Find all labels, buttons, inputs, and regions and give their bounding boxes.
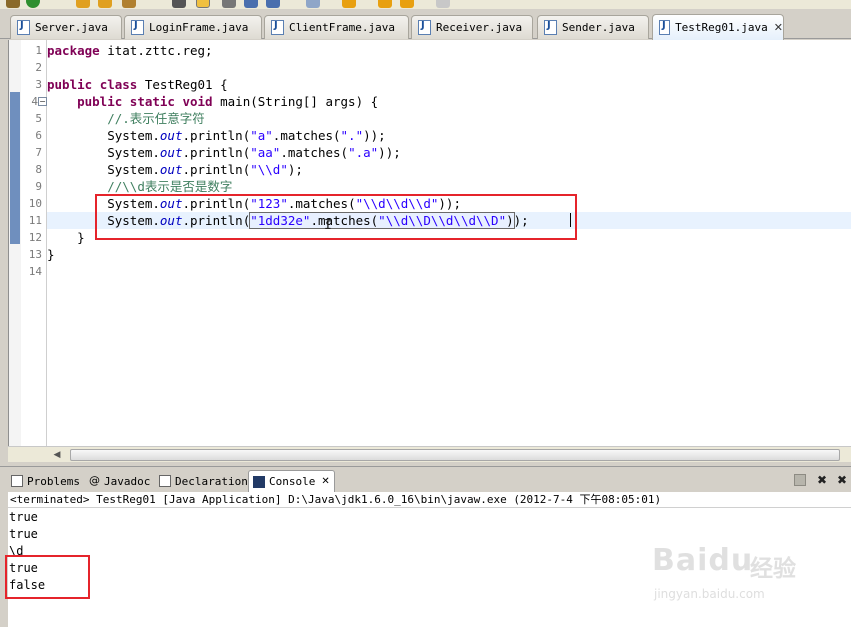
pencil-icon[interactable] bbox=[196, 0, 210, 8]
code-line-9: //\\d表示是否是数字 bbox=[107, 179, 233, 194]
code-line-5: //.表示任意字符 bbox=[107, 111, 205, 126]
line-number: 3 bbox=[35, 78, 42, 91]
baidu-jingyan-watermark: Baidu 经验 jingyan.baidu.com bbox=[652, 543, 812, 613]
line-number: 8 bbox=[35, 163, 42, 176]
tab-label: Receiver.java bbox=[436, 21, 523, 34]
code-line-4: public static void main(String[] args) { bbox=[77, 94, 379, 109]
code-line-1: package itat.zttc.reg; bbox=[47, 43, 213, 58]
run-icon[interactable] bbox=[26, 0, 40, 8]
code-line-7: System.out.println("aa".matches(".a")); bbox=[107, 145, 401, 160]
line-number: 10 bbox=[28, 197, 42, 210]
tab-loginframe-java[interactable]: LoginFrame.java bbox=[124, 15, 262, 39]
line-number: 2 bbox=[35, 61, 42, 74]
java-file-icon bbox=[659, 20, 671, 35]
at-icon: @ bbox=[89, 474, 100, 487]
up-icon[interactable] bbox=[342, 0, 356, 8]
line-number: 5 bbox=[35, 112, 42, 125]
console-status-line: <terminated> TestReg01 [Java Application… bbox=[8, 492, 851, 508]
tab-label: ClientFrame.java bbox=[289, 21, 395, 34]
tab-label: Javadoc bbox=[104, 474, 151, 488]
code-area[interactable]: package itat.zttc.reg; public class Test… bbox=[47, 40, 851, 446]
watermark-brand: Baidu bbox=[652, 543, 754, 578]
scrollbar-thumb[interactable] bbox=[70, 449, 840, 461]
line-number: 9 bbox=[35, 180, 42, 193]
line-number: 12 bbox=[28, 231, 42, 244]
console-icon bbox=[253, 475, 265, 488]
window-icon[interactable] bbox=[266, 0, 280, 8]
main-toolbar bbox=[0, 0, 851, 9]
tab-sender-java[interactable]: Sender.java bbox=[537, 15, 649, 39]
line-number: 14 bbox=[28, 265, 42, 278]
line-number: 7 bbox=[35, 146, 42, 159]
tab-label: LoginFrame.java bbox=[149, 21, 249, 34]
declaration-icon bbox=[159, 475, 171, 487]
tab-server-java[interactable]: Server.java bbox=[10, 15, 122, 39]
java-file-icon bbox=[131, 20, 144, 35]
tab-testreg01-java[interactable]: TestReg01.java ✕ bbox=[652, 14, 784, 40]
tab-label: TestReg01.java bbox=[675, 21, 768, 34]
console-line: true bbox=[9, 527, 38, 541]
terminate-icon[interactable] bbox=[794, 474, 806, 486]
java-file-icon bbox=[271, 20, 284, 35]
tab-label: Server.java bbox=[35, 21, 108, 34]
problems-icon bbox=[11, 475, 23, 487]
folder-icon[interactable] bbox=[98, 0, 112, 8]
editor-horizontal-scrollbar[interactable]: ◀ bbox=[8, 446, 851, 462]
java-file-icon bbox=[418, 20, 431, 35]
save-icon[interactable] bbox=[6, 0, 20, 8]
highlight-box-output bbox=[5, 555, 90, 599]
remove-launch-icon[interactable]: ✖ bbox=[816, 474, 828, 486]
tab-javadoc[interactable]: @ Javadoc bbox=[84, 470, 155, 492]
tab-problems[interactable]: Problems bbox=[6, 470, 85, 492]
line-number-gutter: 1 2 3 4 5 6 7 8 9 10 11 12 13 14 − bbox=[21, 40, 47, 446]
tab-label: Problems bbox=[27, 474, 80, 488]
java-file-icon bbox=[544, 20, 557, 35]
stack-icon[interactable] bbox=[244, 0, 258, 8]
editor-tab-bar: Server.java LoginFrame.java ClientFrame.… bbox=[0, 9, 851, 40]
java-file-icon bbox=[17, 20, 30, 35]
line-number: 4 bbox=[31, 95, 38, 108]
watermark-zh: 经验 bbox=[750, 556, 796, 582]
bottom-panel-tabbar: Problems @ Javadoc Declaration Console ✕… bbox=[0, 466, 851, 492]
remove-all-icon[interactable]: ✖ bbox=[836, 474, 848, 486]
marker-icon[interactable] bbox=[222, 0, 236, 8]
console-line: true bbox=[9, 510, 38, 524]
highlight-box-code bbox=[95, 194, 577, 240]
tab-clientframe-java[interactable]: ClientFrame.java bbox=[264, 15, 409, 39]
code-editor[interactable]: 1 2 3 4 5 6 7 8 9 10 11 12 13 14 − packa… bbox=[8, 40, 851, 446]
tab-console[interactable]: Console ✕ bbox=[248, 470, 335, 492]
debug-icon[interactable] bbox=[172, 0, 186, 8]
line-number: 1 bbox=[35, 44, 42, 57]
open-folder-icon[interactable] bbox=[76, 0, 90, 8]
close-icon[interactable]: ✕ bbox=[774, 21, 783, 34]
back-icon[interactable] bbox=[378, 0, 392, 8]
line-number: 13 bbox=[28, 248, 42, 261]
tab-declaration[interactable]: Declaration bbox=[154, 470, 253, 492]
tab-label: Console bbox=[269, 475, 316, 488]
tab-label: Declaration bbox=[175, 474, 248, 488]
tool-icon[interactable] bbox=[122, 0, 136, 8]
next-icon[interactable] bbox=[436, 0, 450, 8]
fold-collapse-icon[interactable]: − bbox=[38, 97, 47, 106]
close-icon[interactable]: ✕ bbox=[321, 476, 329, 487]
scroll-left-icon[interactable]: ◀ bbox=[50, 448, 64, 462]
line-number: 6 bbox=[35, 129, 42, 142]
watermark-url: jingyan.baidu.com bbox=[654, 587, 765, 601]
code-line-6: System.out.println("a".matches(".")); bbox=[107, 128, 386, 143]
line-number: 11 bbox=[28, 214, 42, 227]
tab-receiver-java[interactable]: Receiver.java bbox=[411, 15, 533, 39]
code-line-8: System.out.println("\\d"); bbox=[107, 162, 303, 177]
code-line-3: public class TestReg01 { bbox=[47, 77, 228, 92]
tab-label: Sender.java bbox=[562, 21, 635, 34]
forward-icon[interactable] bbox=[400, 0, 414, 8]
doc-icon[interactable] bbox=[306, 0, 320, 8]
code-line-13: } bbox=[47, 247, 55, 262]
